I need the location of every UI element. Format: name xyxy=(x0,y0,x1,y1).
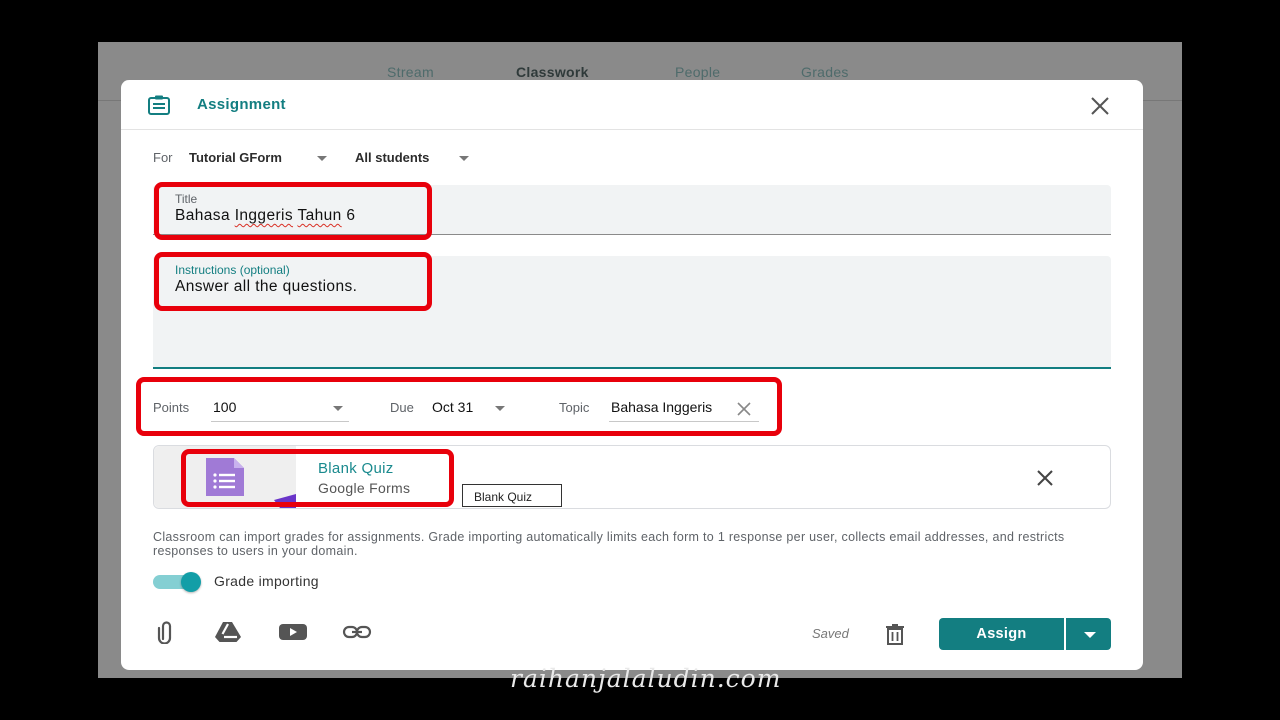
students-chevron-down-icon[interactable] xyxy=(459,156,469,161)
tab-grades[interactable]: Grades xyxy=(801,64,849,80)
due-select[interactable]: Oct 31 xyxy=(432,399,473,415)
assignment-dialog: Assignment For Tutorial GForm All studen… xyxy=(121,80,1143,670)
title-field[interactable]: Title Bahasa Inggeris Tahun 6 xyxy=(153,185,1111,235)
dialog-header: Assignment xyxy=(121,80,1143,130)
attachment-tooltip: Blank Quiz xyxy=(462,484,562,507)
points-underline xyxy=(211,421,349,422)
forms-corner-mark-icon xyxy=(274,494,296,508)
topic-clear-icon[interactable] xyxy=(736,401,752,417)
title-text-part: Bahasa xyxy=(175,207,235,224)
instructions-label: Instructions (optional) xyxy=(175,263,290,277)
topic-label: Topic xyxy=(559,400,590,415)
attachment-title[interactable]: Blank Quiz xyxy=(318,460,394,477)
grade-importing-toggle[interactable] xyxy=(153,571,205,592)
assignment-icon xyxy=(148,95,170,115)
google-forms-icon xyxy=(206,458,244,496)
dialog-title: Assignment xyxy=(197,96,286,113)
delete-trash-icon[interactable] xyxy=(883,622,907,646)
assign-options-button[interactable] xyxy=(1066,618,1111,650)
for-label: For xyxy=(153,150,173,165)
points-label: Points xyxy=(153,400,190,415)
remove-attachment-icon[interactable] xyxy=(1036,469,1054,487)
instructions-field[interactable]: Instructions (optional) Answer all the q… xyxy=(153,256,1111,369)
link-icon[interactable] xyxy=(342,620,372,644)
attachment-thumbnail xyxy=(154,446,296,508)
title-label: Title xyxy=(175,192,198,206)
instructions-value[interactable]: Answer all the questions. xyxy=(175,278,357,296)
tab-classwork[interactable]: Classwork xyxy=(516,64,589,80)
google-drive-icon[interactable] xyxy=(213,620,243,644)
points-select[interactable]: 100 xyxy=(213,399,236,415)
attachment-subtitle: Google Forms xyxy=(318,480,411,496)
grade-importing-label: Grade importing xyxy=(214,573,319,589)
tab-people[interactable]: People xyxy=(675,64,720,80)
tab-stream[interactable]: Stream xyxy=(387,64,434,80)
attach-file-icon[interactable] xyxy=(151,620,181,644)
title-text-misspelled: Tahun xyxy=(297,207,342,224)
saved-status: Saved xyxy=(812,626,849,641)
toggle-knob xyxy=(181,572,201,592)
attachment-card[interactable]: Blank Quiz Google Forms xyxy=(153,445,1111,509)
due-chevron-down-icon[interactable] xyxy=(495,406,505,411)
youtube-icon[interactable] xyxy=(278,620,308,644)
title-text-part: 6 xyxy=(341,207,356,224)
assign-chevron-down-icon xyxy=(1084,632,1096,638)
grade-import-info: Classroom can import grades for assignme… xyxy=(153,530,1065,558)
due-label: Due xyxy=(390,400,414,415)
students-select[interactable]: All students xyxy=(355,150,429,165)
assign-button[interactable]: Assign xyxy=(939,618,1065,650)
topic-input[interactable]: Bahasa Inggeris xyxy=(611,399,713,415)
topic-underline xyxy=(609,421,759,422)
points-chevron-down-icon[interactable] xyxy=(333,406,343,411)
title-text-misspelled: Inggeris xyxy=(234,207,294,224)
watermark-text: raihanjalaludin.com xyxy=(510,664,782,693)
class-select[interactable]: Tutorial GForm xyxy=(189,150,282,165)
title-value[interactable]: Bahasa Inggeris Tahun 6 xyxy=(175,207,355,225)
close-icon[interactable] xyxy=(1089,95,1111,117)
class-chevron-down-icon[interactable] xyxy=(317,156,327,161)
